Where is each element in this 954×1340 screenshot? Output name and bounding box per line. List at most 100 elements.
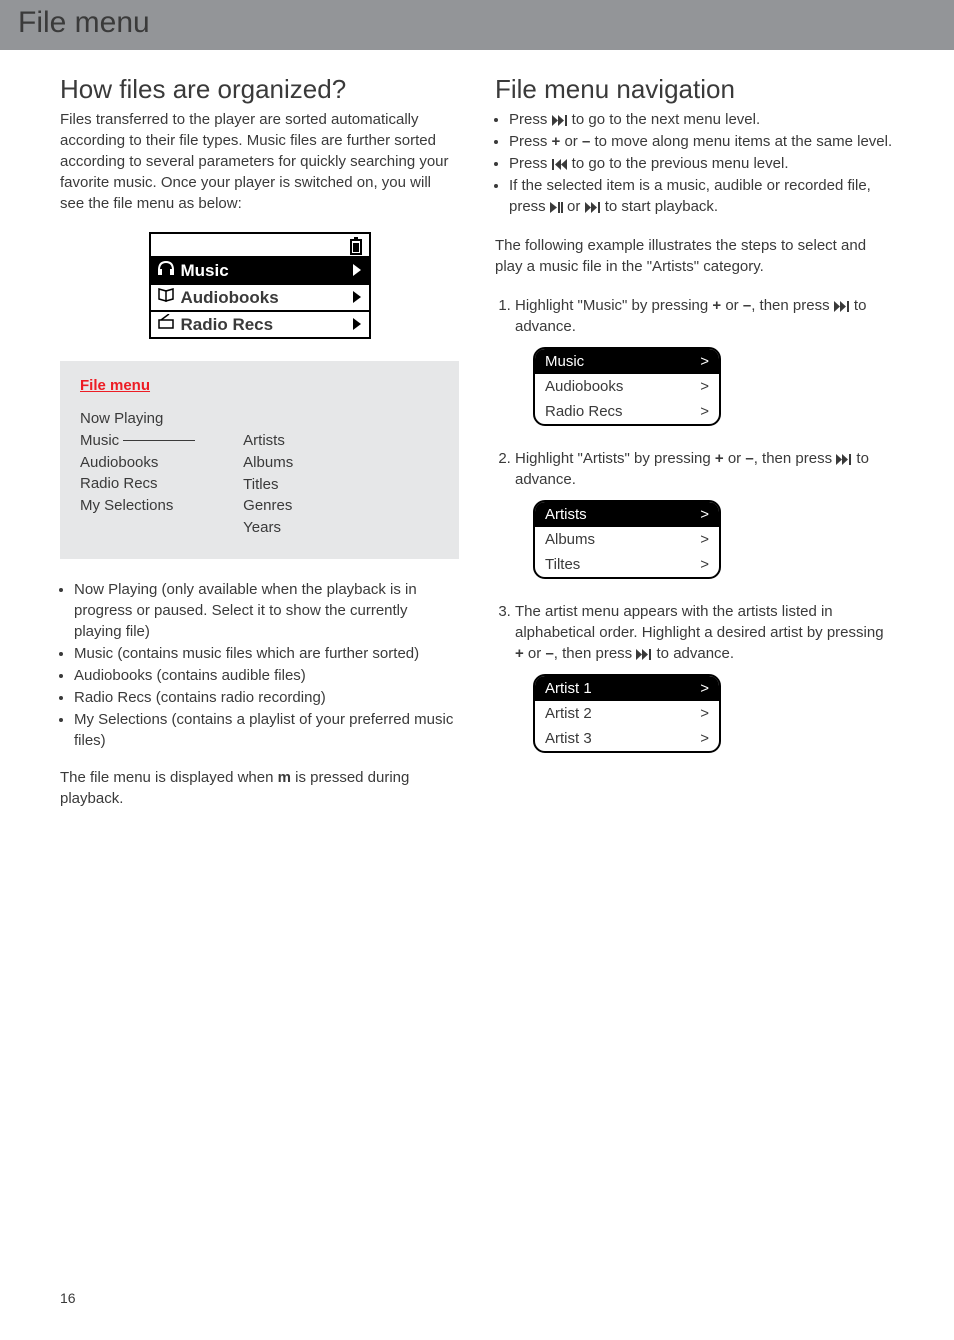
step-2: Highlight "Artists" by pressing + or –, … <box>515 448 894 579</box>
headphones-icon <box>157 260 175 281</box>
mini-row-label: Artist 2 <box>545 703 592 724</box>
step-3: The artist menu appears with the artists… <box>515 601 894 753</box>
plus-key: + <box>712 297 721 314</box>
text-span: or <box>724 450 746 467</box>
info-col-2: Artists Albums Titles Genres Years <box>243 408 293 539</box>
list-item: My Selections <box>80 495 195 517</box>
text-span: Highlight "Music" by pressing <box>515 297 712 314</box>
text-span: or <box>563 198 585 215</box>
mini-row: Tiltes > <box>535 552 719 577</box>
intro-text: Files transferred to the player are sort… <box>60 109 459 214</box>
text-span: or <box>721 297 743 314</box>
chevron-right-icon: > <box>700 554 709 575</box>
text-span: to start playback. <box>601 198 719 215</box>
chevron-right-icon: > <box>700 678 709 699</box>
text-span: to advance. <box>652 645 734 662</box>
mini-screen-2: Artists > Albums > Tiltes > <box>533 500 721 579</box>
info-col-1: Now Playing Music Audiobooks Radio Recs … <box>80 408 195 539</box>
minus-key: – <box>743 297 751 314</box>
right-column: File menu navigation Press to go to the … <box>495 74 894 809</box>
chevron-right-icon: > <box>700 504 709 525</box>
footer-note: The file menu is displayed when m is pre… <box>60 767 459 809</box>
bullet-item: Music (contains music files which are fu… <box>74 643 459 664</box>
bullet-item: If the selected item is a music, audible… <box>509 175 894 217</box>
mini-row-label: Audiobooks <box>545 376 623 397</box>
list-item: Albums <box>243 452 293 474</box>
forward-icon <box>636 645 652 662</box>
text-span: The artist menu appears with the artists… <box>515 603 884 641</box>
steps-list: Highlight "Music" by pressing + or –, th… <box>495 295 894 753</box>
play-arrow-icon <box>353 288 363 308</box>
bullet-item: Audiobooks (contains audible files) <box>74 665 459 686</box>
text-span: , then press <box>554 645 637 662</box>
mini-row: Artist 3> <box>535 726 719 751</box>
play-arrow-icon <box>353 315 363 335</box>
mini-row: Radio Recs> <box>535 399 719 424</box>
mini-row-label: Music <box>545 351 584 372</box>
file-menu-box: File menu Now Playing Music Audiobooks R… <box>60 361 459 559</box>
text-span: Press <box>509 133 552 150</box>
page-number: 16 <box>60 1290 76 1306</box>
forward-icon <box>585 198 601 215</box>
text-span: or <box>524 645 546 662</box>
list-item: Music <box>80 430 195 452</box>
mini-row-label: Artists <box>545 504 587 525</box>
text-span: , then press <box>751 297 834 314</box>
book-icon <box>157 287 175 308</box>
chevron-right-icon: > <box>700 529 709 550</box>
mini-row: Artist 2> <box>535 701 719 726</box>
forward-icon <box>552 111 568 128</box>
device-menu-label: Audiobooks <box>181 288 279 308</box>
page-header: File menu <box>0 0 954 50</box>
text-span: Press <box>509 155 552 172</box>
chevron-right-icon: > <box>700 376 709 397</box>
mini-row: Music > <box>535 349 719 374</box>
step-1: Highlight "Music" by pressing + or –, th… <box>515 295 894 426</box>
mini-row-label: Radio Recs <box>545 401 623 422</box>
chevron-right-icon: > <box>700 351 709 372</box>
bullet-item: Press to go to the previous menu level. <box>509 153 894 174</box>
mini-screen-3: Artist 1> Artist 2> Artist 3> <box>533 674 721 753</box>
bullet-item: Radio Recs (contains radio recording) <box>74 687 459 708</box>
list-item: Now Playing <box>80 408 195 430</box>
left-heading: How files are organized? <box>60 74 459 105</box>
mini-row: Artist 1 > <box>535 676 719 701</box>
radio-icon <box>157 314 175 335</box>
device-menu-row: Audiobooks <box>149 285 371 312</box>
bullet-item: Now Playing (only available when the pla… <box>74 579 459 642</box>
mini-row-label: Tiltes <box>545 554 580 575</box>
left-column: How files are organized? Files transferr… <box>60 74 459 809</box>
minus-key: – <box>745 450 753 467</box>
list-item: Years <box>243 517 293 539</box>
play-arrow-icon <box>353 261 363 281</box>
battery-icon <box>349 237 363 260</box>
mini-row-label: Albums <box>545 529 595 550</box>
list-item: Audiobooks <box>80 452 195 474</box>
mini-row: Artists > <box>535 502 719 527</box>
plus-key: + <box>715 450 724 467</box>
mini-row-label: Artist 1 <box>545 678 592 699</box>
device-menu-label: Radio Recs <box>181 315 274 335</box>
device-menu-row: Music <box>149 258 371 285</box>
play-pause-icon <box>550 198 563 215</box>
list-item: Radio Recs <box>80 473 195 495</box>
backward-icon <box>552 155 568 172</box>
text-span: Highlight "Artists" by pressing <box>515 450 715 467</box>
mini-row: Albums > <box>535 527 719 552</box>
page-title: File menu <box>18 6 936 40</box>
nav-bullets: Press to go to the next menu level. Pres… <box>495 109 894 217</box>
list-item-label: Music <box>80 432 119 449</box>
right-heading: File menu navigation <box>495 74 894 105</box>
text-span: or <box>560 133 582 150</box>
list-item: Titles <box>243 474 293 496</box>
bullet-item: Press + or – to move along menu items at… <box>509 131 894 152</box>
text-span: to move along menu items at the same lev… <box>590 133 892 150</box>
plus-key: + <box>515 645 524 662</box>
info-box-title: File menu <box>80 377 439 394</box>
text-span: to go to the next menu level. <box>568 111 761 128</box>
mini-row: Audiobooks > <box>535 374 719 399</box>
text-span: The file menu is displayed when <box>60 769 278 786</box>
text-span: Press <box>509 111 552 128</box>
list-item: Artists <box>243 430 293 452</box>
chevron-right-icon: > <box>700 728 709 749</box>
